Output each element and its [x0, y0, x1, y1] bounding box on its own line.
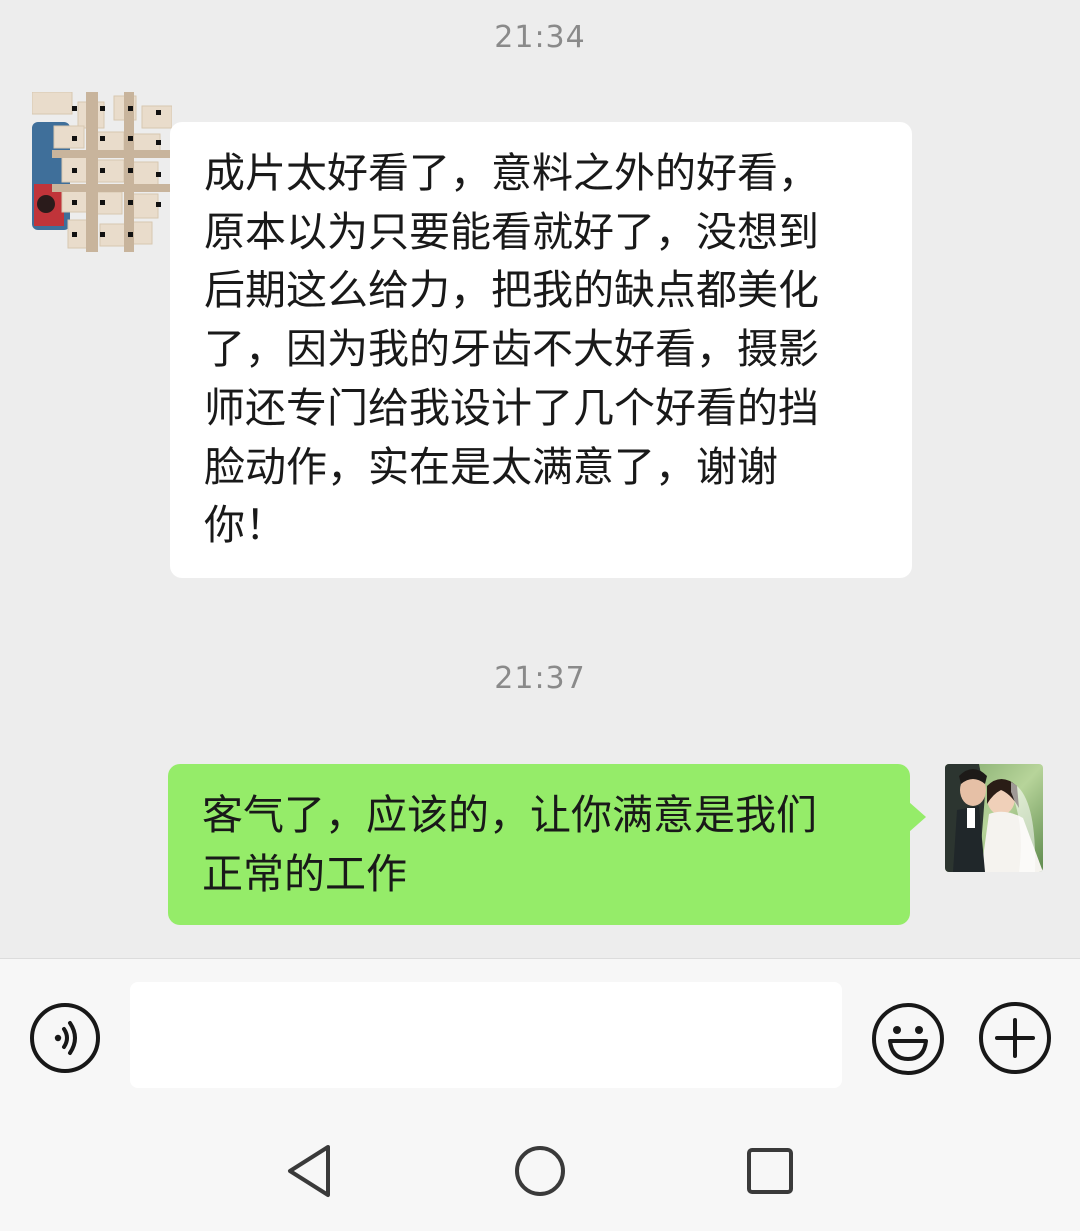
nav-back-button[interactable] [278, 1139, 342, 1203]
plus-icon [979, 1002, 1051, 1074]
message-line: 客气了，应该的，让你满意是我们 [202, 791, 817, 839]
recents-square-icon [747, 1148, 793, 1194]
message-line: 原本以为只要能看就好了，没想到 [204, 207, 819, 256]
message-line: 后期这么给力，把我的缺点都美化 [204, 266, 819, 315]
message-line: 成片太好看了，意料之外的好看， [204, 149, 819, 197]
message-line: 脸动作，实在是太满意了，谢谢 [204, 442, 778, 491]
voice-icon [30, 1003, 100, 1073]
system-navigation-bar [0, 1113, 1080, 1231]
message-line: 了，因为我的牙齿不大好看，摄影 [204, 325, 819, 374]
my-avatar-image [945, 764, 1043, 872]
message-timestamp: 21:34 [494, 20, 586, 55]
incoming-message-bubble[interactable]: 成片太好看了，意料之外的好看， 原本以为只要能看就好了，没想到 后期这么给力，把… [170, 122, 912, 578]
more-options-button[interactable] [977, 1000, 1053, 1076]
message-line: 师还专门给我设计了几个好看的挡 [204, 383, 819, 432]
message-timestamp: 21:37 [494, 661, 586, 696]
contact-avatar[interactable] [31, 91, 173, 252]
nav-home-button[interactable] [508, 1139, 572, 1203]
chat-message-area[interactable]: 21:34 成片太好看了，意料之外的好看， 原本以为只要能看就好了，没想到 后期… [0, 0, 1080, 958]
outgoing-message-bubble[interactable]: 客气了，应该的，让你满意是我们 正常的工作 [168, 764, 926, 925]
message-line: 你！ [204, 501, 286, 550]
nav-recents-button[interactable] [738, 1139, 802, 1203]
my-avatar[interactable] [945, 764, 1043, 872]
message-input[interactable] [130, 982, 842, 1088]
emoji-button[interactable] [870, 1001, 946, 1077]
voice-input-button[interactable] [28, 1001, 102, 1075]
emoji-icon [872, 1003, 944, 1075]
message-line: 正常的工作 [202, 849, 407, 898]
contact-avatar-image [31, 91, 173, 252]
home-circle-icon [515, 1146, 565, 1196]
back-triangle-icon [288, 1145, 330, 1197]
